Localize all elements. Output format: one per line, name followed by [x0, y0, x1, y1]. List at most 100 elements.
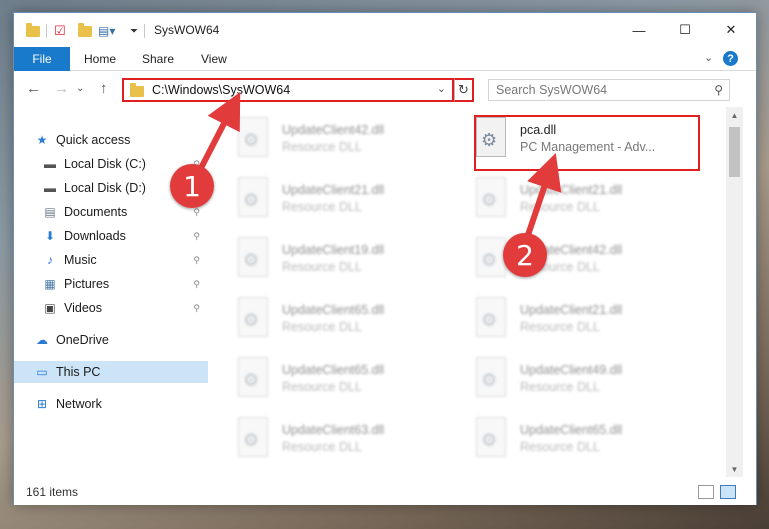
drive-icon: ▬ — [44, 157, 56, 171]
sidebar-item-label: OneDrive — [56, 333, 109, 347]
sidebar-item[interactable]: ▦ Pictures ⚲ — [14, 273, 208, 295]
large-icons-view-button[interactable] — [720, 485, 736, 499]
properties-icon[interactable]: ☑ — [54, 22, 66, 40]
dll-file-icon: ⚙ — [474, 357, 508, 399]
sidebar-item-label: Music — [64, 253, 97, 267]
sidebar-item-label: Quick access — [56, 133, 131, 147]
pin-icon[interactable]: ⚲ — [193, 231, 200, 242]
sidebar-item-label: Local Disk (C:) — [64, 157, 146, 171]
address-bar[interactable]: C:\Windows\SysWOW64 ⌄ — [122, 78, 454, 102]
search-input[interactable]: Search SysWOW64 ⚲ — [488, 79, 730, 101]
sidebar-item[interactable]: ▣ Videos ⚲ — [14, 297, 208, 319]
file-name: UpdateClient42.dll — [282, 123, 385, 137]
tab-file[interactable]: File — [14, 47, 70, 71]
close-button[interactable]: ✕ — [708, 13, 754, 47]
file-item[interactable]: ⚙ UpdateClient19.dll Resource DLL — [236, 237, 466, 289]
vertical-scrollbar[interactable]: ▲ ▼ — [726, 107, 743, 477]
navigation-bar: ← → ⌄ ↑ C:\Windows\SysWOW64 ⌄ ↻ Search S… — [14, 71, 756, 107]
file-item[interactable]: ⚙ UpdateClient49.dll Resource DLL — [474, 357, 704, 409]
file-type: Resource DLL — [282, 440, 362, 454]
divider — [144, 24, 145, 38]
file-name: UpdateClient21.dll — [520, 303, 623, 317]
sidebar-item[interactable]: ☁ OneDrive — [14, 329, 208, 351]
sidebar-item-label: Network — [56, 397, 102, 411]
dll-file-icon: ⚙ — [236, 177, 270, 219]
sidebar-item[interactable]: ♪ Music ⚲ — [14, 249, 208, 271]
pin-icon[interactable]: ⚲ — [193, 255, 200, 266]
sidebar-item-label: Videos — [64, 301, 102, 315]
drive-icon: ▬ — [44, 181, 56, 195]
file-type: Resource DLL — [282, 200, 362, 214]
search-placeholder: Search SysWOW64 — [496, 83, 608, 97]
folder-icon[interactable] — [26, 22, 40, 40]
file-item[interactable]: ⚙ UpdateClient65.dll Resource DLL — [236, 357, 466, 409]
address-path[interactable]: C:\Windows\SysWOW64 — [152, 83, 290, 97]
file-item[interactable]: ⚙ UpdateClient65.dll Resource DLL — [474, 417, 704, 469]
sidebar-item-label: Documents — [64, 205, 128, 219]
computer-icon: ▭ — [36, 365, 48, 379]
up-button[interactable]: ↑ — [100, 80, 108, 97]
callout-2: 2 — [503, 233, 547, 277]
customize-toolbar-icon[interactable]: ▤▾ — [98, 22, 115, 40]
navigation-pane: ★ Quick access ▬ Local Disk (C:) ⚲ ▬ Local Dis… — [14, 107, 208, 477]
file-item[interactable]: ⚙ UpdateClient21.dll Resource DLL — [236, 177, 466, 229]
scroll-thumb[interactable] — [729, 127, 740, 177]
folder-icon — [130, 82, 144, 97]
help-icon[interactable]: ? — [723, 51, 738, 66]
dll-file-icon: ⚙ — [474, 177, 508, 219]
videos-icon: ▣ — [44, 301, 56, 315]
file-name: UpdateClient65.dll — [282, 303, 385, 317]
dll-file-icon: ⚙ — [236, 357, 270, 399]
file-name: UpdateClient21.dll — [520, 183, 623, 197]
sidebar-item-label: Downloads — [64, 229, 126, 243]
window-title: SysWOW64 — [154, 23, 220, 37]
file-item[interactable]: ⚙ UpdateClient21.dll Resource DLL — [474, 177, 704, 229]
forward-button[interactable]: → — [54, 80, 69, 97]
file-type: Resource DLL — [520, 200, 600, 214]
maximize-button[interactable]: ☐ — [662, 13, 708, 47]
quick-access-dropdown-icon[interactable]: ⏷ — [130, 22, 138, 40]
scroll-down-icon[interactable]: ▼ — [726, 461, 743, 477]
sidebar-item[interactable]: ★ Quick access — [14, 129, 208, 151]
pin-icon[interactable]: ⚲ — [193, 279, 200, 290]
dll-file-icon: ⚙ — [474, 297, 508, 339]
sidebar-item-label: Pictures — [64, 277, 110, 291]
pin-icon[interactable]: ⚲ — [193, 207, 200, 218]
ribbon-collapse-icon[interactable]: ⌄ — [704, 51, 713, 64]
sidebar-item[interactable]: ⊞ Network — [14, 393, 208, 415]
sidebar-item-label: This PC — [56, 365, 101, 379]
file-item[interactable]: ⚙ UpdateClient42.dll Resource DLL — [236, 117, 466, 169]
details-view-button[interactable] — [698, 485, 714, 499]
divider — [46, 24, 47, 38]
dll-file-icon: ⚙ — [474, 417, 508, 459]
search-icon[interactable]: ⚲ — [714, 83, 723, 97]
file-item[interactable]: ⚙ UpdateClient63.dll Resource DLL — [236, 417, 466, 469]
file-type: Resource DLL — [520, 380, 600, 394]
sidebar-item[interactable]: ⬇ Downloads ⚲ — [14, 225, 208, 247]
file-type: Resource DLL — [282, 380, 362, 394]
tab-view[interactable]: View — [201, 47, 227, 71]
scroll-up-icon[interactable]: ▲ — [726, 107, 743, 123]
file-name: UpdateClient49.dll — [520, 363, 623, 377]
dll-file-icon: ⚙ — [236, 117, 270, 159]
pictures-icon: ▦ — [44, 277, 56, 291]
highlight-box — [474, 115, 700, 171]
documents-icon: ▤ — [44, 205, 56, 219]
file-name: UpdateClient63.dll — [282, 423, 385, 437]
new-folder-icon[interactable] — [78, 22, 92, 40]
explorer-window: ☑ ▤▾ ⏷ SysWOW64 — ☐ ✕ File Home Share Vi… — [13, 12, 757, 505]
title-bar: ☑ ▤▾ ⏷ SysWOW64 — ☐ ✕ — [14, 13, 756, 47]
refresh-button[interactable]: ↻ — [454, 78, 474, 102]
chevron-down-icon[interactable]: ⌄ — [437, 82, 446, 95]
back-button[interactable]: ← — [26, 80, 41, 97]
file-item[interactable]: ⚙ UpdateClient65.dll Resource DLL — [236, 297, 466, 349]
tab-share[interactable]: Share — [142, 47, 174, 71]
file-name: UpdateClient19.dll — [282, 243, 385, 257]
recent-locations-icon[interactable]: ⌄ — [76, 83, 84, 94]
file-type: Resource DLL — [282, 260, 362, 274]
sidebar-item[interactable]: ▭ This PC — [14, 361, 208, 383]
pin-icon[interactable]: ⚲ — [193, 303, 200, 314]
file-item[interactable]: ⚙ UpdateClient21.dll Resource DLL — [474, 297, 704, 349]
minimize-button[interactable]: — — [616, 13, 662, 47]
tab-home[interactable]: Home — [84, 47, 116, 71]
